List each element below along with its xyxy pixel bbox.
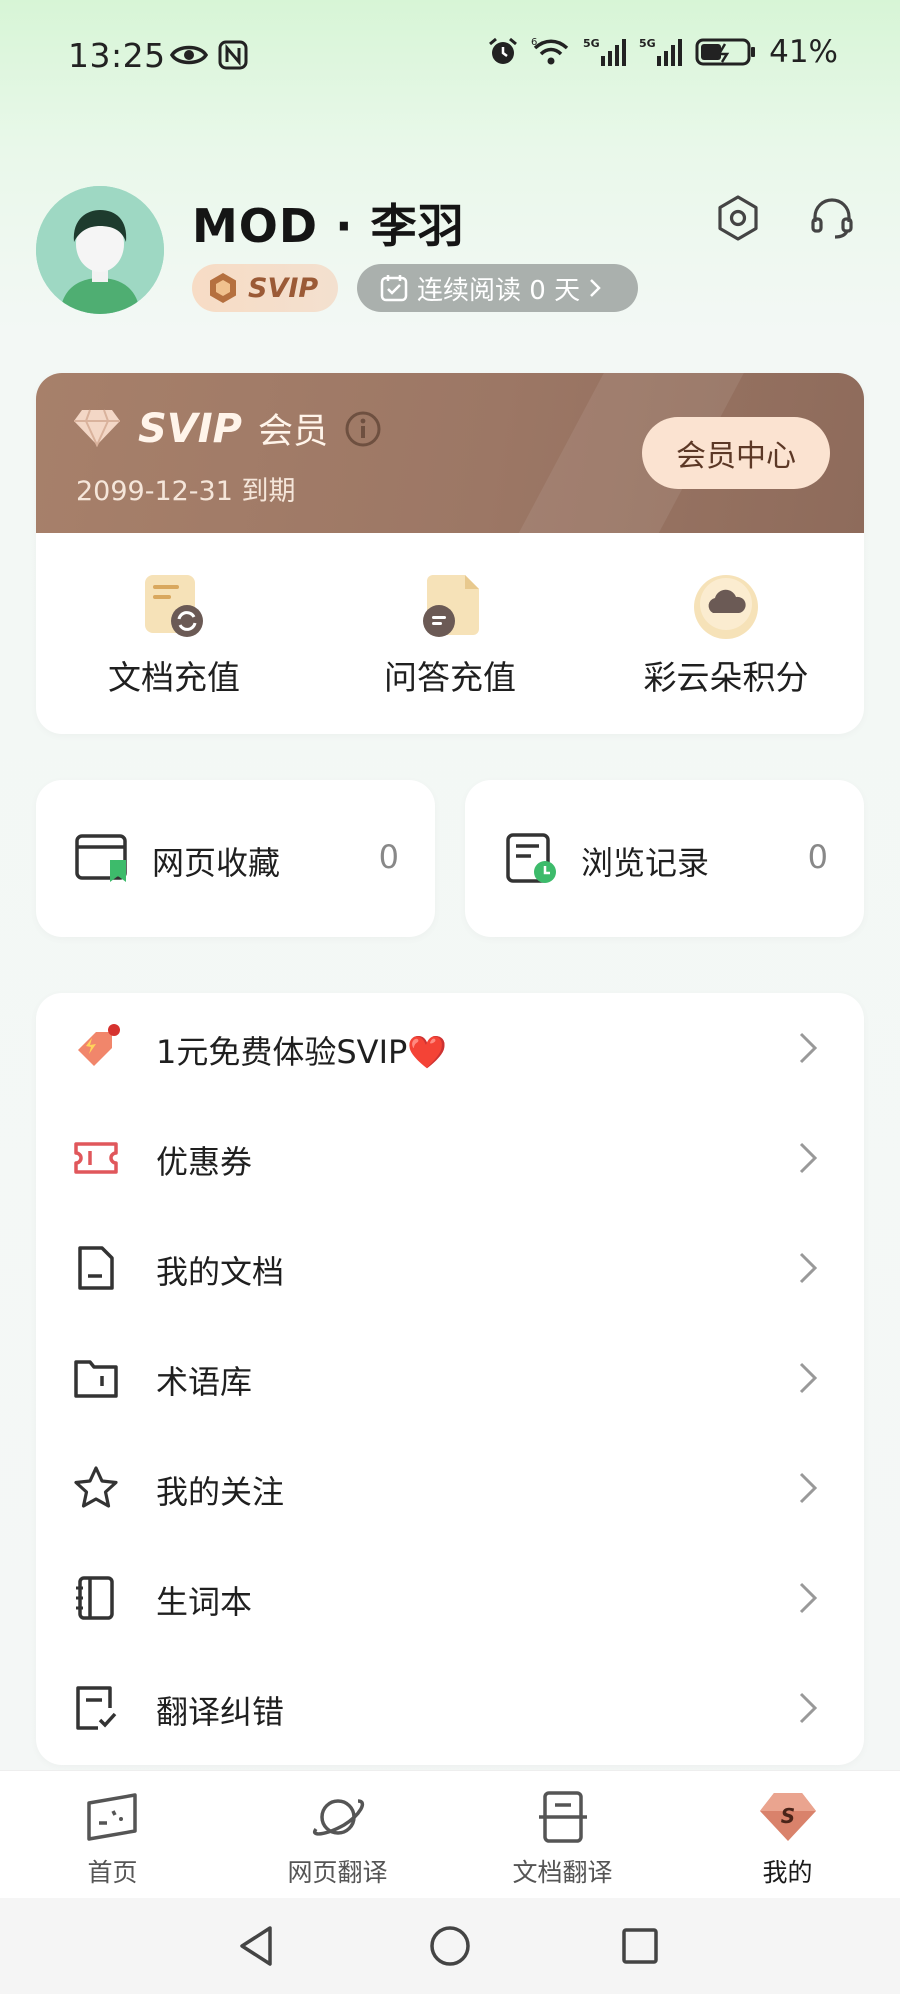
headset-icon[interactable] bbox=[808, 194, 856, 242]
document-recharge-icon bbox=[145, 575, 203, 637]
svip-badge-label: SVIP bbox=[248, 272, 319, 304]
nav-home[interactable]: 首页 bbox=[0, 1771, 225, 1898]
nav-web-translate-label: 网页翻译 bbox=[287, 1858, 388, 1887]
membership-card: SVIP 会员 2099-12-31 到期 会员中心 文档充值 问答充值 彩云朵… bbox=[36, 373, 864, 734]
reading-streak-pill[interactable]: 连续阅读 0 天 bbox=[357, 264, 638, 312]
qa-recharge-label: 问答充值 bbox=[384, 658, 516, 697]
svip-badge[interactable]: SVIP bbox=[192, 264, 338, 312]
chevron-right-icon bbox=[799, 1252, 818, 1284]
web-bookmarks-label: 网页收藏 bbox=[152, 844, 281, 882]
svg-text:5G: 5G bbox=[639, 37, 656, 50]
menu-label-svip-trial: 1元免费体验SVIP❤️ bbox=[156, 1027, 447, 1073]
membership-label: 会员 bbox=[257, 412, 328, 452]
diamond-icon bbox=[74, 409, 120, 447]
planet-icon bbox=[312, 1799, 364, 1836]
menu-item-following[interactable]: 我的关注 bbox=[36, 1433, 864, 1543]
svg-text:6: 6 bbox=[531, 37, 537, 48]
reading-streak-text: 连续阅读 0 天 bbox=[417, 275, 581, 306]
correction-icon bbox=[76, 1686, 117, 1730]
battery-percent: 41% bbox=[769, 34, 838, 70]
browse-history-card[interactable]: 浏览记录 0 bbox=[465, 780, 864, 937]
nav-web-translate[interactable]: 网页翻译 bbox=[225, 1771, 450, 1898]
nav-home-label: 首页 bbox=[87, 1858, 138, 1887]
document-icon bbox=[78, 1246, 114, 1290]
menu-label-translation-correction: 翻译纠错 bbox=[156, 1693, 285, 1731]
cloud-points-label: 彩云朵积分 bbox=[643, 658, 809, 697]
alarm-icon bbox=[489, 37, 518, 64]
chevron-right-icon bbox=[799, 1692, 818, 1724]
svip-hexagon-icon bbox=[210, 273, 236, 303]
cloud-points-item[interactable]: 彩云朵积分 bbox=[588, 533, 864, 734]
menu-item-coupons[interactable]: 优惠券 bbox=[36, 1103, 864, 1213]
chevron-right-icon bbox=[799, 1142, 818, 1174]
menu-item-my-documents[interactable]: 我的文档 bbox=[36, 1213, 864, 1323]
nav-profile[interactable]: S 我的 bbox=[675, 1771, 900, 1898]
chevron-right-icon bbox=[799, 1472, 818, 1504]
menu-item-svip-trial[interactable]: 1元免费体验SVIP❤️ bbox=[36, 993, 864, 1103]
menu-label-coupons: 优惠券 bbox=[156, 1143, 253, 1181]
svg-text:5G: 5G bbox=[583, 37, 600, 50]
notebook-icon bbox=[76, 1576, 114, 1620]
5g-signal-icon: 5G bbox=[639, 37, 683, 66]
recents-icon[interactable] bbox=[620, 1926, 660, 1966]
membership-expire: 2099-12-31 到期 bbox=[76, 476, 296, 507]
wifi-icon: 6 bbox=[531, 37, 569, 65]
web-bookmarks-card[interactable]: 网页收藏 0 bbox=[36, 780, 435, 937]
profile-s-icon: S bbox=[759, 1793, 816, 1841]
menu-label-following: 我的关注 bbox=[156, 1473, 285, 1511]
star-icon bbox=[74, 1466, 118, 1508]
nav-profile-label: 我的 bbox=[762, 1858, 813, 1887]
bookmark-icon bbox=[75, 834, 127, 882]
qa-recharge-item[interactable]: 问答充值 bbox=[312, 533, 588, 734]
membership-header: SVIP 会员 2099-12-31 到期 会员中心 bbox=[36, 373, 864, 533]
svg-text:S: S bbox=[780, 1804, 794, 1828]
info-icon[interactable] bbox=[344, 410, 382, 448]
member-center-button[interactable]: 会员中心 bbox=[642, 417, 830, 489]
nav-doc-translate-label: 文档翻译 bbox=[512, 1858, 613, 1887]
home-circle-icon[interactable] bbox=[428, 1924, 472, 1968]
browse-history-label: 浏览记录 bbox=[581, 844, 710, 882]
system-nav-bar bbox=[0, 1898, 900, 1994]
back-icon[interactable] bbox=[236, 1924, 276, 1968]
menu-label-glossary: 术语库 bbox=[156, 1363, 253, 1401]
battery-charging-icon bbox=[695, 38, 756, 66]
status-bar: 13:25 6 5G 5G 41% bbox=[0, 30, 900, 82]
settings-icon[interactable] bbox=[714, 194, 762, 242]
web-bookmarks-count: 0 bbox=[378, 838, 399, 876]
home-icon bbox=[86, 1793, 137, 1841]
heart-emoji: ❤️ bbox=[407, 1033, 448, 1071]
calendar-check-icon bbox=[380, 275, 408, 302]
bottom-nav: 首页 网页翻译 文档翻译 S 我的 bbox=[0, 1770, 900, 1898]
menu-list: 1元免费体验SVIP❤️ 优惠券 我的文档 术语库 我的关注 生词本 翻译纠错 bbox=[36, 993, 864, 1765]
chevron-right-icon bbox=[799, 1362, 818, 1394]
coupon-icon bbox=[74, 1142, 118, 1174]
menu-label-vocabulary: 生词本 bbox=[156, 1583, 253, 1621]
status-time: 13:25 bbox=[68, 36, 166, 75]
folder-icon bbox=[74, 1360, 118, 1398]
chevron-right-icon bbox=[590, 279, 601, 297]
menu-label-my-documents: 我的文档 bbox=[156, 1253, 285, 1291]
qa-recharge-icon bbox=[423, 575, 479, 637]
document-recharge-label: 文档充值 bbox=[108, 658, 240, 697]
menu-text-svip-trial: 1元免费体验SVIP bbox=[156, 1033, 408, 1071]
menu-item-translation-correction[interactable]: 翻译纠错 bbox=[36, 1653, 864, 1763]
membership-tier: SVIP bbox=[138, 405, 242, 452]
eye-icon bbox=[170, 45, 208, 65]
document-recharge-item[interactable]: 文档充值 bbox=[36, 533, 312, 734]
browse-history-count: 0 bbox=[807, 838, 828, 876]
username: MOD · 李羽 bbox=[192, 199, 465, 253]
avatar[interactable] bbox=[36, 186, 164, 314]
menu-item-vocabulary[interactable]: 生词本 bbox=[36, 1543, 864, 1653]
5g-signal-icon: 5G bbox=[583, 37, 627, 66]
doc-translate-icon bbox=[538, 1791, 587, 1843]
promo-tag-icon bbox=[78, 1024, 120, 1066]
nav-doc-translate[interactable]: 文档翻译 bbox=[450, 1771, 675, 1898]
chevron-right-icon bbox=[799, 1032, 818, 1064]
nfc-icon bbox=[218, 40, 248, 70]
menu-item-glossary[interactable]: 术语库 bbox=[36, 1323, 864, 1433]
history-icon bbox=[506, 833, 556, 883]
chevron-right-icon bbox=[799, 1582, 818, 1614]
cloud-points-icon bbox=[694, 575, 758, 639]
avatar-image bbox=[36, 186, 164, 314]
